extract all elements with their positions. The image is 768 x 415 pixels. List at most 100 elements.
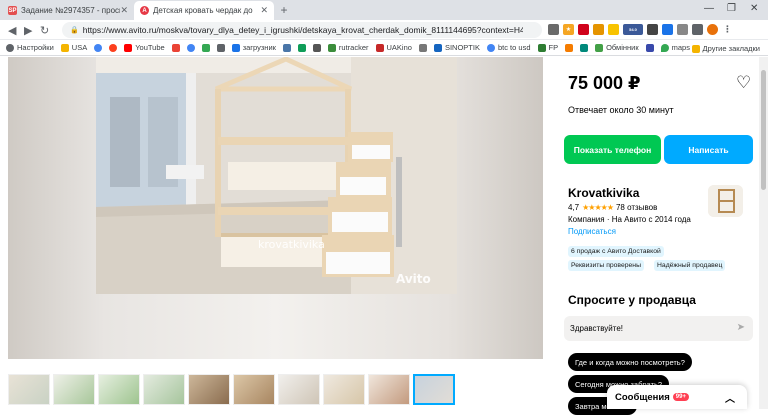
google-icon [486, 43, 495, 52]
thumbnail-selected[interactable] [413, 374, 455, 405]
seller-name[interactable]: Krovatkivika [568, 186, 639, 200]
bookmark-ext[interactable] [297, 43, 306, 52]
extension-icon[interactable] [662, 24, 673, 35]
bookmark-ext-5[interactable] [580, 43, 589, 52]
bookmark-ext-3[interactable] [418, 43, 427, 52]
bookmark-youtube[interactable]: YouTube [124, 43, 165, 52]
grid-icon [216, 43, 225, 52]
bookmark-settings[interactable]: Настройки [6, 43, 54, 52]
sp-favicon-icon: SP [8, 6, 17, 15]
bookmark-usa[interactable]: USA [60, 43, 87, 52]
thumbnail[interactable] [368, 374, 410, 405]
puzzle-icon[interactable] [692, 24, 703, 35]
reload-icon[interactable]: ↻ [40, 24, 49, 37]
bookmark-google[interactable] [94, 43, 103, 52]
seller-rating[interactable]: 4,7 ★★★★★ 78 отзывов [568, 203, 657, 212]
bookmark-other[interactable]: Другие закладки [691, 44, 760, 53]
bookmark-ext-2[interactable] [312, 43, 321, 52]
avatar[interactable] [707, 24, 718, 35]
avito-favicon-icon: A [140, 6, 149, 15]
bookmark-gmail[interactable] [171, 43, 180, 52]
write-message-button[interactable]: Написать [664, 135, 753, 164]
gear-icon [6, 43, 14, 52]
exchange-icon [595, 43, 604, 52]
minimize-icon[interactable]: — [704, 3, 714, 14]
bookmark-grid[interactable] [216, 43, 225, 52]
extension-icon[interactable] [677, 24, 688, 35]
send-arrow-icon[interactable]: ➤ [737, 322, 745, 333]
window-close-icon[interactable]: ✕ [750, 3, 758, 14]
bookmark-ext-6[interactable] [645, 43, 654, 52]
folder-icon [691, 44, 700, 53]
youtube-icon [124, 43, 133, 52]
folder-icon [60, 43, 69, 52]
download-icon [231, 43, 240, 52]
tab-strip: SP Задание №2974357 - просмотр ✕ A Детск… [0, 0, 768, 20]
verified-badge: Реквизиты проверены [568, 260, 644, 271]
bookmark-g[interactable] [201, 43, 210, 52]
bookmark-ext-4[interactable] [565, 43, 574, 52]
new-tab-plus-icon[interactable]: + [277, 3, 291, 17]
back-arrow-icon[interactable]: ◀ [8, 24, 16, 37]
bookmark-btc[interactable]: btc to usd [486, 43, 531, 52]
favorite-heart-icon[interactable]: ♡ [736, 73, 751, 93]
extension-icon[interactable] [548, 24, 559, 35]
forward-arrow-icon[interactable]: ▶ [24, 24, 32, 37]
extension-icon[interactable] [578, 24, 589, 35]
bookmark-exchanger[interactable]: Обмінник [595, 43, 639, 52]
ask-seller-title: Спросите у продавца [568, 293, 696, 307]
reviews-count: 78 отзывов [615, 203, 658, 212]
sinoptik-icon [433, 43, 442, 52]
subscribe-link[interactable]: Подписаться [568, 227, 616, 236]
g-icon [201, 43, 210, 52]
seller-avatar[interactable] [708, 185, 743, 217]
price: 75 000 ₽ [568, 73, 641, 93]
maps-icon [660, 43, 669, 52]
thumbnail[interactable] [323, 374, 365, 405]
tab-title: Детская кровать чердак домик [153, 6, 253, 15]
bookmark-vk[interactable] [282, 43, 291, 52]
scrollbar-thumb[interactable] [761, 70, 766, 190]
tab-task[interactable]: SP Задание №2974357 - просмотр ✕ [2, 1, 134, 20]
thumbnail[interactable] [8, 374, 50, 405]
bookmark-fp[interactable]: FP [537, 43, 558, 52]
bookmark-downloader[interactable]: загрузник [231, 43, 276, 52]
extension-icon[interactable] [647, 24, 658, 35]
close-icon[interactable]: ✕ [260, 5, 268, 16]
extension-icon[interactable] [608, 24, 619, 35]
bookmark-uakino[interactable]: UAKino [375, 43, 412, 52]
address-bar[interactable]: 🔒 https://www.avito.ru/moskva/tovary_dly… [62, 22, 542, 38]
thumbnail[interactable] [53, 374, 95, 405]
bookmark-sinoptik[interactable]: SINOPTIK [433, 43, 480, 52]
message-input[interactable]: Здравствуйте! ➤ [564, 316, 753, 341]
bookmark-yandex[interactable] [109, 43, 118, 52]
maximize-icon[interactable]: ❐ [727, 3, 736, 14]
browser-toolbar: ◀ ▶ ↻ 🔒 https://www.avito.ru/moskva/tova… [0, 20, 768, 40]
thumbnail[interactable] [233, 374, 275, 405]
close-icon[interactable]: ✕ [120, 5, 128, 16]
bookmark-rutracker[interactable]: rutracker [327, 43, 369, 52]
bookmarks-bar: Настройки USA YouTube загрузник rutracke… [0, 40, 768, 56]
listing-photo[interactable] [96, 57, 457, 294]
gmail-icon [171, 43, 180, 52]
quick-question-chip[interactable]: Где и когда можно посмотреть? [568, 353, 692, 371]
show-phone-button[interactable]: Показать телефон [564, 135, 661, 164]
url-text[interactable]: https://www.avito.ru/moskva/tovary_dlya_… [83, 25, 523, 35]
lock-icon: 🔒 [70, 27, 79, 34]
thumbnail[interactable] [98, 374, 140, 405]
star-bookmark-icon[interactable]: ★ [563, 24, 574, 35]
thumbnail[interactable] [143, 374, 185, 405]
menu-dots-icon[interactable]: ⋮ [722, 24, 733, 35]
seller-company: Компания · На Авито с 2014 года [568, 215, 691, 224]
chevron-up-icon[interactable]: ︿ [725, 390, 735, 405]
thumbnail[interactable] [278, 374, 320, 405]
thumbnail[interactable] [188, 374, 230, 405]
tab-avito[interactable]: A Детская кровать чердак домик ✕ [134, 1, 274, 20]
ltc-price-icon[interactable]: 54.0 [623, 24, 643, 35]
bunk-bed-image [96, 57, 457, 294]
message-input-value[interactable]: Здравствуйте! [570, 324, 623, 333]
messages-panel[interactable]: Сообщения 99+ ︿ [607, 385, 747, 409]
bookmark-maps[interactable]: maps [660, 43, 690, 52]
bookmark-google-2[interactable] [186, 43, 195, 52]
extension-icon[interactable] [593, 24, 604, 35]
